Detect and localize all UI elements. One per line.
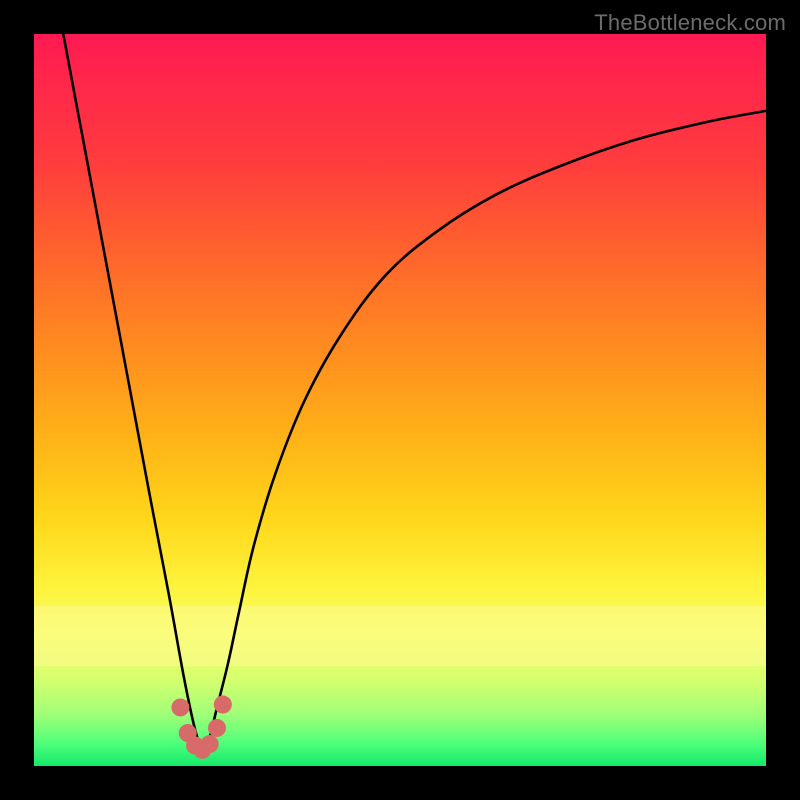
outer-frame: TheBottleneck.com — [0, 0, 800, 800]
plot-area — [34, 34, 766, 766]
chart-svg — [34, 34, 766, 766]
watermark-text: TheBottleneck.com — [594, 10, 786, 36]
highlight-dot — [201, 735, 219, 753]
highlight-dot — [208, 719, 226, 737]
highlight-dots-group — [171, 696, 231, 759]
highlight-dot — [214, 696, 232, 714]
bottleneck-curve — [63, 34, 766, 748]
highlight-dot — [171, 698, 189, 716]
